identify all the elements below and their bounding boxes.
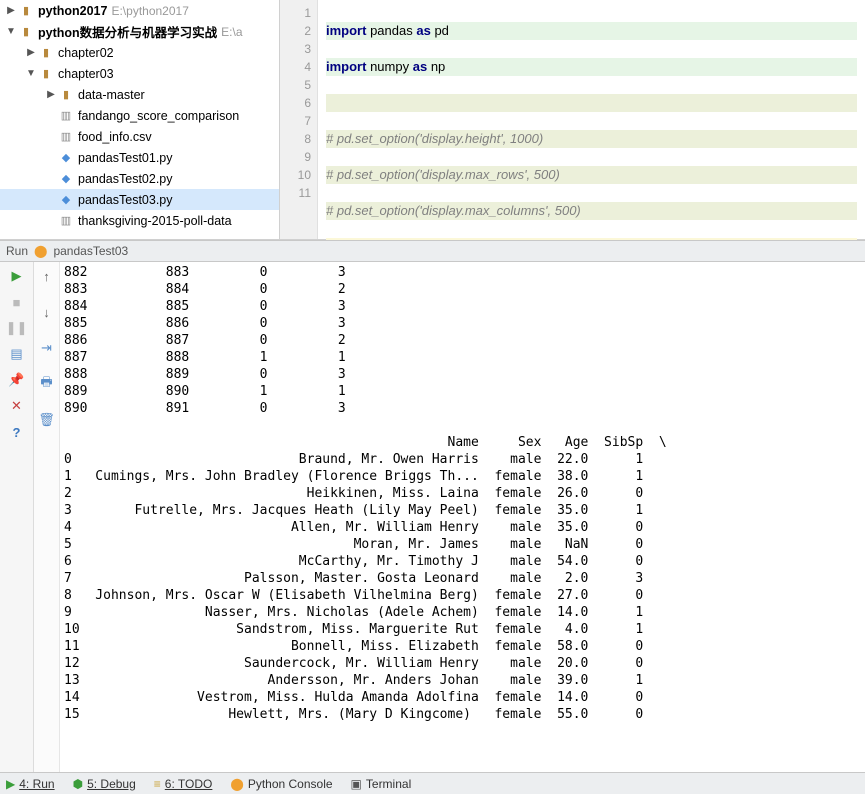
csv-file-icon: ▥ (58, 108, 74, 124)
tree-label: food_info.csv (78, 130, 152, 144)
tree-label: fandango_score_comparison (78, 109, 239, 123)
tree-label: data-master (78, 88, 145, 102)
folder-icon: ▮ (58, 87, 74, 103)
bottom-run-tab[interactable]: ▶4: Run (6, 777, 55, 791)
project-tree[interactable]: ▶ ▮ python2017 E:\python2017 ▼ ▮ python数… (0, 0, 280, 239)
chevron-right-icon: ▶ (4, 5, 18, 16)
tree-item-pandastest01-py[interactable]: ◆ pandasTest01.py (0, 147, 279, 168)
chevron-down-icon: ▼ (24, 68, 38, 79)
folder-icon: ▮ (38, 66, 54, 82)
tree-item-food-info-csv[interactable]: ▥ food_info.csv (0, 126, 279, 147)
stop-button[interactable]: ■ (7, 292, 27, 312)
tree-label: pandasTest03.py (78, 193, 173, 207)
print-icon[interactable]: 🖶 (37, 374, 57, 394)
bottom-toolbar: ▶4: Run ⬢5: Debug ≡6: TODO ⬤Python Conso… (0, 772, 865, 794)
tree-label: pandasTest01.py (78, 151, 173, 165)
tree-item-data-master[interactable]: ▶▮ data-master (0, 84, 279, 105)
play-icon: ▶ (6, 777, 15, 791)
tool-button[interactable]: ▤ (7, 344, 27, 364)
chevron-down-icon: ▼ (4, 26, 18, 37)
tree-label: thanksgiving-2015-poll-data (78, 214, 232, 228)
tree-item-pandastest03-py[interactable]: ◆ pandasTest03.py (0, 189, 279, 210)
run-left-toolbar: ▶ ■ ❚❚ ▤ 📌 ✕ ? (0, 262, 34, 772)
code-editor[interactable]: 1234567891011 import pandas as pd import… (280, 0, 865, 239)
console-output[interactable]: 882 883 0 3 883 884 0 2 884 885 0 3 885 … (60, 262, 865, 772)
python-file-icon: ◆ (58, 171, 74, 187)
tree-root-python2017[interactable]: ▶ ▮ python2017 E:\python2017 (0, 0, 279, 21)
chevron-right-icon: ▶ (24, 47, 38, 58)
line-gutter: 1234567891011 (280, 0, 318, 239)
python-icon: ⬤ (34, 244, 47, 258)
folder-icon: ▮ (18, 3, 34, 19)
python-file-icon: ◆ (58, 150, 74, 166)
todo-icon: ≡ (154, 777, 161, 791)
wrap-icon[interactable]: ⇥ (37, 338, 57, 358)
tree-root-mlcourse[interactable]: ▼ ▮ python数据分析与机器学习实战 E:\a (0, 21, 279, 42)
bottom-todo-tab[interactable]: ≡6: TODO (154, 777, 213, 791)
bottom-debug-tab[interactable]: ⬢5: Debug (73, 777, 136, 791)
tree-folder-chapter02[interactable]: ▶ ▮ chapter02 (0, 42, 279, 63)
rerun-button[interactable]: ▶ (7, 266, 27, 286)
run-secondary-toolbar: ↑ ↓ ⇥ 🖶 🗑 (34, 262, 60, 772)
tree-item-fandango-score-comparison[interactable]: ▥ fandango_score_comparison (0, 105, 279, 126)
tree-item-thanksgiving-2015-poll-data[interactable]: ▥ thanksgiving-2015-poll-data (0, 210, 279, 231)
tree-label: python数据分析与机器学习实战 (38, 22, 217, 41)
tree-label: pandasTest02.py (78, 172, 173, 186)
tree-label: python2017 (38, 4, 107, 18)
tree-item-pandastest02-py[interactable]: ◆ pandasTest02.py (0, 168, 279, 189)
help-button[interactable]: ? (7, 422, 27, 442)
bottom-terminal-tab[interactable]: ▣Terminal (351, 777, 412, 791)
tree-folder-chapter03[interactable]: ▼ ▮ chapter03 (0, 63, 279, 84)
csv-file-icon: ▥ (58, 213, 74, 229)
pause-button[interactable]: ❚❚ (7, 318, 27, 338)
python-icon: ⬤ (230, 777, 243, 791)
terminal-icon: ▣ (351, 777, 362, 791)
down-icon[interactable]: ↓ (37, 302, 57, 322)
run-label: Run (6, 244, 28, 258)
folder-icon: ▮ (38, 45, 54, 61)
python-file-icon: ◆ (58, 192, 74, 208)
up-icon[interactable]: ↑ (37, 266, 57, 286)
tree-path: E:\a (221, 25, 242, 39)
tree-label: chapter03 (58, 67, 114, 81)
code-area[interactable]: import pandas as pd import numpy as np #… (318, 0, 865, 239)
run-config-name: pandasTest03 (53, 244, 128, 258)
trash-icon[interactable]: 🗑 (37, 410, 57, 430)
tree-path: E:\python2017 (111, 4, 188, 18)
close-button[interactable]: ✕ (7, 396, 27, 416)
folder-icon: ▮ (18, 24, 34, 40)
tree-label: chapter02 (58, 46, 114, 60)
csv-file-icon: ▥ (58, 129, 74, 145)
pin-button[interactable]: 📌 (7, 370, 27, 390)
bug-icon: ⬢ (73, 777, 83, 791)
bottom-pyconsole-tab[interactable]: ⬤Python Console (230, 777, 332, 791)
run-toolwindow-header[interactable]: Run ⬤ pandasTest03 (0, 240, 865, 262)
chevron-right-icon: ▶ (44, 89, 58, 100)
